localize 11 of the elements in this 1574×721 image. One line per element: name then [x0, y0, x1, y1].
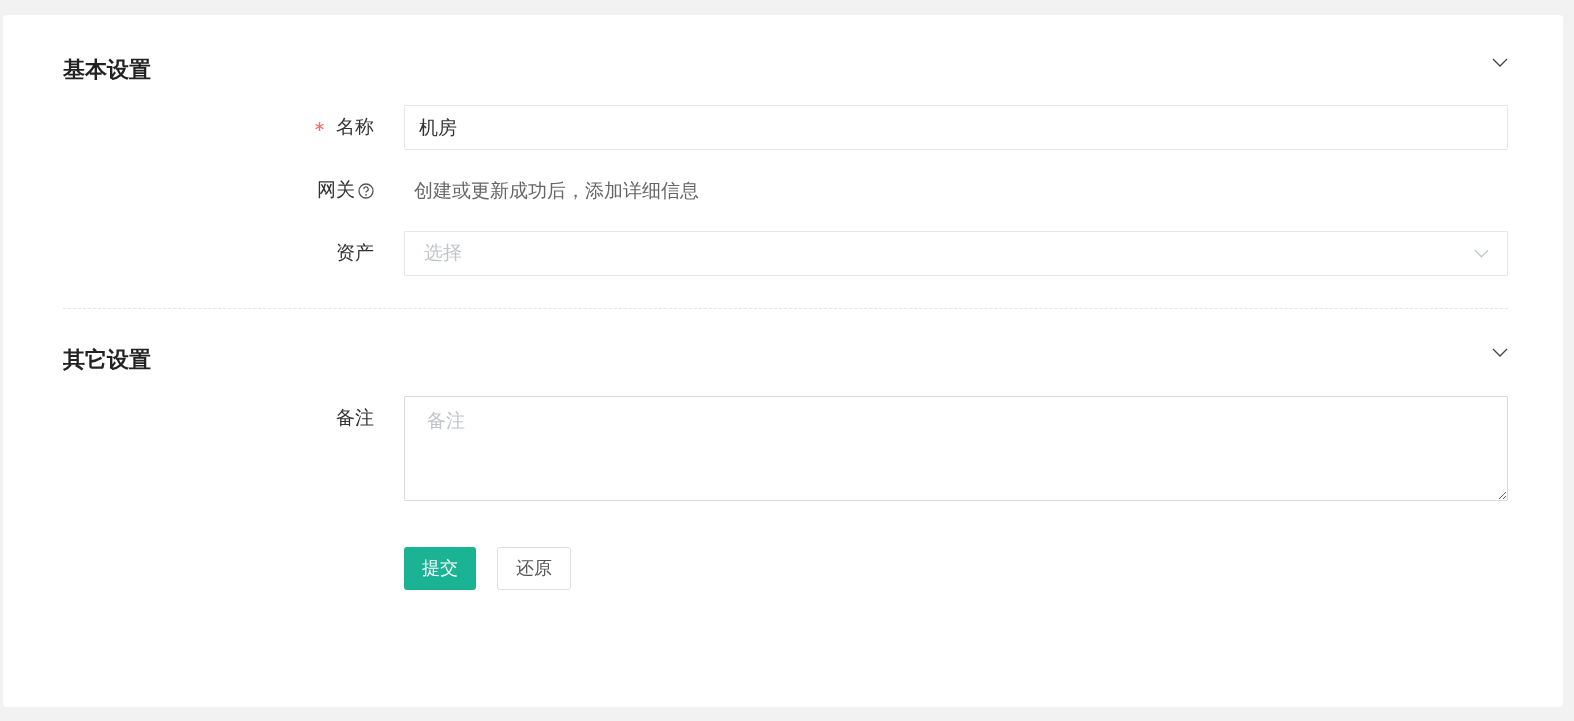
field-label: 备注	[336, 406, 374, 431]
field-label: 名称	[336, 115, 374, 140]
chevron-down-icon	[1474, 249, 1489, 258]
info-text: 创建或更新成功后，添加详细信息	[414, 179, 699, 203]
remark-field[interactable]: 备注	[404, 396, 1508, 501]
field-label: 网关	[317, 178, 355, 203]
section-title: 其它设置	[63, 346, 151, 374]
section-title: 基本设置	[63, 56, 151, 84]
name-field[interactable]: 机房	[404, 105, 1508, 150]
field-label: 资产	[336, 241, 374, 266]
reset-button[interactable]: 还原	[497, 547, 571, 590]
